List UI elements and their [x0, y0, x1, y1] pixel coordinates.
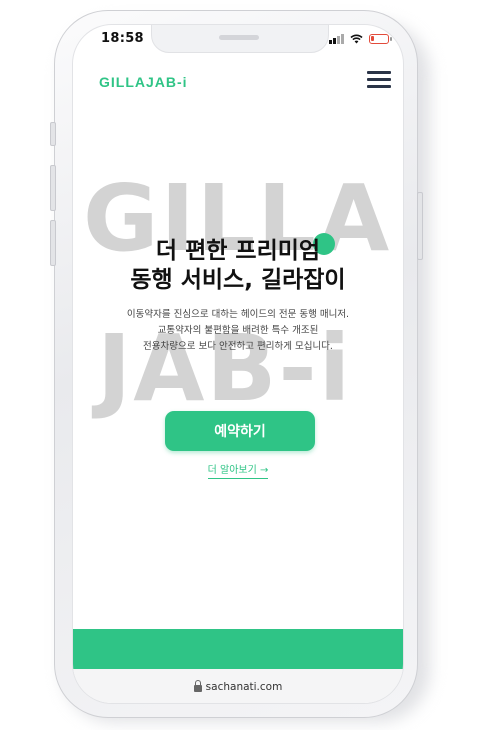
hero-subtitle: 이동약자를 진심으로 대하는 헤이드의 전문 동행 매니저. 교통약자의 불편함…: [73, 307, 403, 355]
footer-accent-band: [73, 629, 403, 669]
device-mockup: 18:58 GILLAJAB-i GILLA JAB-i 더 편한 프리미엄 동…: [0, 0, 480, 730]
hero-title: 더 편한 프리미엄 동행 서비스, 길라잡이: [73, 237, 403, 295]
status-icons: [329, 34, 392, 44]
hero-title-line-2: 동행 서비스, 길라잡이: [130, 267, 346, 293]
signal-icon: [329, 34, 344, 44]
site-logo[interactable]: GILLAJAB-i: [99, 74, 188, 90]
hero-title-line-1: 더 편한 프리미엄: [155, 238, 321, 264]
hero-subtitle-line-1: 이동약자를 진심으로 대하는 헤이드의 전문 동행 매니저.: [126, 309, 350, 320]
speaker-grille: [219, 35, 259, 40]
browser-url: sachanati.com: [205, 681, 283, 693]
phone-screen: 18:58 GILLAJAB-i GILLA JAB-i 더 편한 프리미엄 동…: [72, 24, 404, 704]
learn-more-link[interactable]: 더 알아보기 →: [207, 465, 269, 479]
volume-down-button: [50, 220, 56, 266]
wifi-icon: [350, 34, 363, 44]
lock-icon: [193, 680, 202, 692]
hero-subtitle-line-2: 교통약자의 불편함을 배려한 특수 개조된: [157, 325, 319, 336]
status-bar: 18:58: [73, 25, 403, 59]
reserve-button[interactable]: 예약하기: [165, 411, 315, 451]
browser-url-bar[interactable]: sachanati.com: [73, 669, 403, 703]
volume-up-button: [50, 165, 56, 211]
battery-low-icon: [369, 34, 392, 44]
hero-subtitle-line-3: 전용차량으로 보다 안전하고 편리하게 모십니다.: [143, 341, 333, 352]
power-button: [417, 192, 423, 260]
status-time: 18:58: [101, 31, 144, 46]
hamburger-menu-button[interactable]: [367, 71, 391, 89]
learn-more-link-wrap: 더 알아보기 →: [73, 461, 403, 479]
silent-switch: [50, 122, 56, 146]
